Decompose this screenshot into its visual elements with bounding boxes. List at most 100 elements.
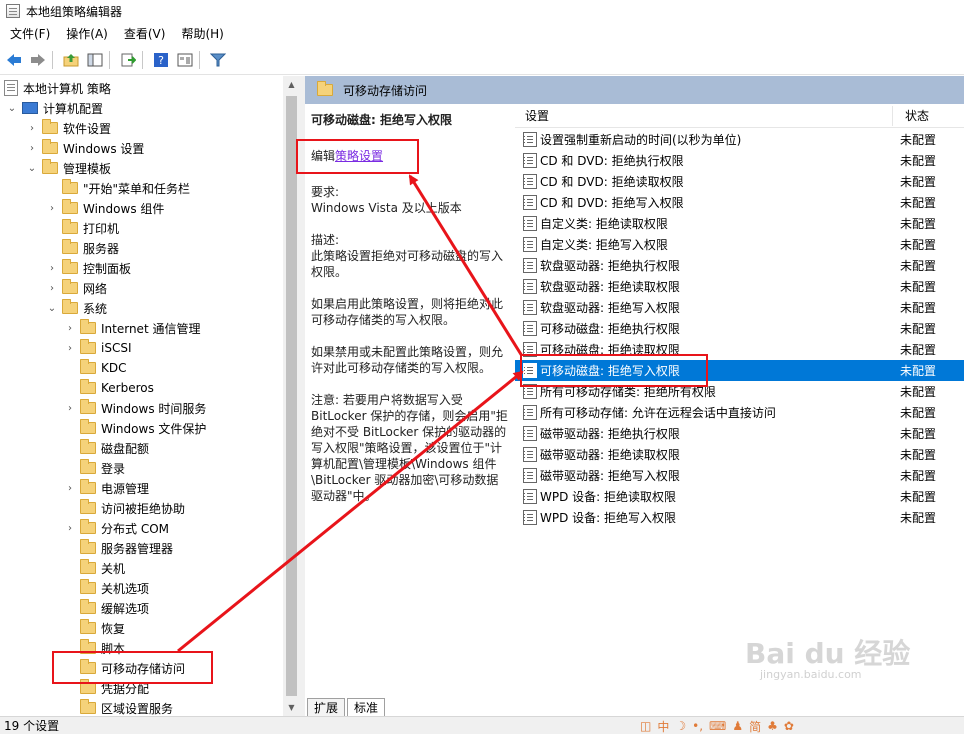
tree-root[interactable]: 本地计算机 策略	[4, 78, 111, 98]
tree-computer-config[interactable]: ⌄ 计算机配置	[6, 98, 103, 118]
chevron-down-icon[interactable]: ⌄	[26, 162, 38, 174]
tree-item[interactable]: 打印机	[46, 218, 119, 238]
tree-item-label: KDC	[101, 361, 127, 375]
policy-row[interactable]: CD 和 DVD: 拒绝读取权限 未配置	[515, 171, 964, 192]
tree-item[interactable]: 缓解选项	[64, 598, 149, 618]
policy-row-name: CD 和 DVD: 拒绝读取权限	[540, 175, 684, 189]
watermark-logo: Bai du 经验	[745, 637, 911, 670]
policy-row[interactable]: 可移动磁盘: 拒绝执行权限 未配置	[515, 318, 964, 339]
policy-row-name: WPD 设备: 拒绝写入权限	[540, 511, 677, 525]
tree-item[interactable]: 关机	[64, 558, 125, 578]
folder-icon	[80, 339, 96, 354]
chevron-right-icon[interactable]: ›	[26, 142, 38, 154]
scroll-down-icon[interactable]: ▼	[283, 699, 300, 716]
forward-icon[interactable]	[28, 50, 48, 70]
policy-row[interactable]: 磁带驱动器: 拒绝执行权限 未配置	[515, 423, 964, 444]
policy-row[interactable]: 磁带驱动器: 拒绝读取权限 未配置	[515, 444, 964, 465]
policy-row[interactable]: WPD 设备: 拒绝写入权限 未配置	[515, 507, 964, 528]
column-separator[interactable]	[892, 106, 893, 126]
tree-item[interactable]: › Windows 设置	[26, 138, 144, 158]
tree-item[interactable]: ⌄ 系统	[46, 298, 107, 318]
policy-row[interactable]: CD 和 DVD: 拒绝写入权限 未配置	[515, 192, 964, 213]
chevron-right-icon[interactable]: ›	[46, 282, 58, 294]
ime-user-icon[interactable]: ♟	[732, 719, 743, 733]
policy-row[interactable]: 自定义类: 拒绝写入权限 未配置	[515, 234, 964, 255]
policy-row[interactable]: CD 和 DVD: 拒绝执行权限 未配置	[515, 150, 964, 171]
tree-item[interactable]: › 电源管理	[64, 478, 149, 498]
tree-item[interactable]: Windows 文件保护	[64, 418, 206, 438]
tree-item[interactable]: › Internet 通信管理	[64, 318, 200, 338]
policy-row-name: 设置强制重新启动的时间(以秒为单位)	[540, 133, 742, 147]
menu-file[interactable]: 文件(F)	[0, 25, 56, 42]
chevron-right-icon[interactable]: ›	[46, 262, 58, 274]
policy-row[interactable]: WPD 设备: 拒绝读取权限 未配置	[515, 486, 964, 507]
tree-item[interactable]: › 网络	[46, 278, 107, 298]
tree-item[interactable]: 磁盘配额	[64, 438, 149, 458]
ime-simplified-toggle[interactable]: 简	[749, 718, 761, 734]
gear-icon[interactable]: ✿	[784, 719, 794, 733]
policy-row[interactable]: 软盘驱动器: 拒绝执行权限 未配置	[515, 255, 964, 276]
tab-standard[interactable]: 标准	[347, 698, 386, 716]
punctuation-icon[interactable]: •,	[692, 719, 703, 733]
help-icon[interactable]: ?	[151, 50, 171, 70]
ime-chinese-toggle[interactable]: 中	[657, 718, 669, 734]
tab-extended[interactable]: 扩展	[307, 698, 346, 716]
policy-row[interactable]: 自定义类: 拒绝读取权限 未配置	[515, 213, 964, 234]
skin-icon[interactable]: ♣	[767, 719, 778, 733]
filter-icon[interactable]	[208, 50, 228, 70]
tree-item[interactable]: 区域设置服务	[64, 698, 173, 716]
chevron-right-icon[interactable]: ›	[64, 322, 76, 334]
tree-item[interactable]: 访问被拒绝协助	[64, 498, 185, 518]
scroll-thumb[interactable]	[286, 96, 297, 696]
tree-item[interactable]: 关机选项	[64, 578, 149, 598]
policy-row-name: 可移动磁盘: 拒绝执行权限	[540, 322, 680, 336]
show-hide-tree-icon[interactable]	[85, 50, 105, 70]
properties-icon[interactable]	[175, 50, 195, 70]
chevron-right-icon[interactable]: ›	[26, 122, 38, 134]
tree-item[interactable]: 服务器	[46, 238, 119, 258]
policy-row[interactable]: 磁带驱动器: 拒绝写入权限 未配置	[515, 465, 964, 486]
tree-item[interactable]: Kerberos	[64, 378, 154, 398]
tree-item[interactable]: › 分布式 COM	[64, 518, 169, 538]
policy-row[interactable]: 设置强制重新启动的时间(以秒为单位) 未配置	[515, 129, 964, 150]
tree-item[interactable]: 登录	[64, 458, 125, 478]
back-icon[interactable]	[4, 50, 24, 70]
menu-help[interactable]: 帮助(H)	[171, 25, 229, 42]
moon-icon[interactable]: ☽	[675, 719, 686, 733]
tree-item[interactable]: ⌄ 管理模板	[26, 158, 111, 178]
folder-icon	[42, 139, 58, 154]
export-list-icon[interactable]	[118, 50, 138, 70]
policy-row[interactable]: 所有可移动存储: 允许在远程会话中直接访问 未配置	[515, 402, 964, 423]
policy-row-state: 未配置	[900, 343, 937, 357]
keyboard-icon[interactable]: ⌨	[709, 719, 726, 733]
tree-item[interactable]: 恢复	[64, 618, 125, 638]
chevron-down-icon[interactable]: ⌄	[6, 102, 18, 114]
chevron-down-icon[interactable]: ⌄	[46, 302, 58, 314]
chevron-right-icon[interactable]: ›	[64, 342, 76, 354]
column-header-setting[interactable]: 设置	[525, 107, 549, 124]
chevron-right-icon[interactable]: ›	[46, 202, 58, 214]
scroll-up-icon[interactable]: ▲	[283, 76, 300, 93]
chevron-right-icon[interactable]: ›	[64, 402, 76, 414]
column-header-state[interactable]: 状态	[905, 107, 929, 124]
menu-action[interactable]: 操作(A)	[56, 25, 114, 42]
tree-item-label: Windows 时间服务	[101, 401, 207, 416]
folder-icon	[62, 179, 78, 194]
tree-item[interactable]: › 控制面板	[46, 258, 131, 278]
ime-logo-icon[interactable]: ◫	[640, 719, 651, 733]
tree-item[interactable]: KDC	[64, 358, 127, 378]
tree-item[interactable]: 服务器管理器	[64, 538, 173, 558]
tree-item[interactable]: › Windows 组件	[46, 198, 164, 218]
tree-item-label: 缓解选项	[101, 601, 150, 616]
menu-view[interactable]: 查看(V)	[114, 25, 172, 42]
tree-item[interactable]: › 软件设置	[26, 118, 111, 138]
policy-row-name: 所有可移动存储: 允许在远程会话中直接访问	[540, 406, 776, 420]
up-folder-icon[interactable]	[61, 50, 81, 70]
policy-row[interactable]: 软盘驱动器: 拒绝写入权限 未配置	[515, 297, 964, 318]
policy-row[interactable]: 软盘驱动器: 拒绝读取权限 未配置	[515, 276, 964, 297]
tree-item[interactable]: "开始"菜单和任务栏	[46, 178, 190, 198]
chevron-right-icon[interactable]: ›	[64, 522, 76, 534]
tree-item[interactable]: › Windows 时间服务	[64, 398, 206, 418]
tree-item[interactable]: › iSCSI	[64, 338, 132, 358]
chevron-right-icon[interactable]: ›	[64, 482, 76, 494]
